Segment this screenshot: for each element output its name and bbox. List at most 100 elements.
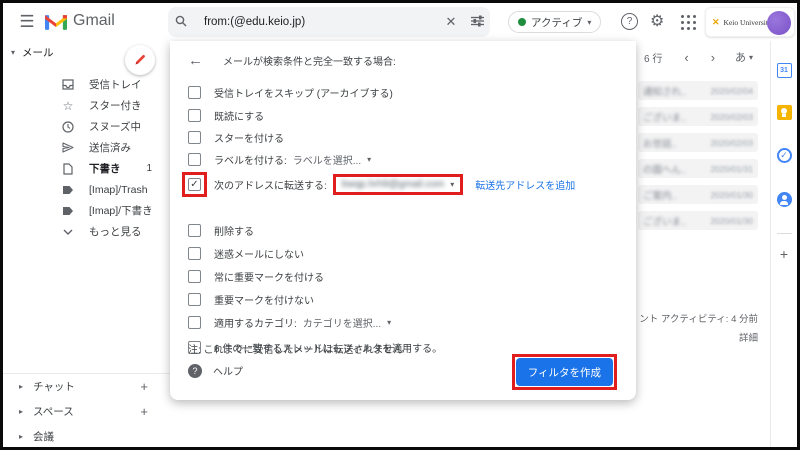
right-rail: 31 ✓ + <box>770 41 797 447</box>
checkbox[interactable] <box>188 224 201 237</box>
org-name: Keio University <box>724 18 772 27</box>
search-input[interactable]: from:(@edu.keio.jp) <box>204 16 438 28</box>
forward-address-blurred: bwqp.hrh9@gmail.com <box>342 179 444 190</box>
new-space-icon[interactable]: + <box>140 404 148 419</box>
sidebar-item-starred[interactable]: ☆ スター付き <box>3 95 170 116</box>
menu-icon[interactable]: ☰ <box>15 10 39 34</box>
mail-section-label: メール <box>22 45 54 60</box>
checkbox[interactable] <box>188 109 201 122</box>
keio-logo-icon: ✕ <box>712 17 720 28</box>
input-method-selector[interactable]: あ ▾ <box>735 49 753 65</box>
email-row[interactable]: ご案内.. 2020/01/30 <box>638 185 758 204</box>
checkbox[interactable] <box>188 270 201 283</box>
chevron-down-icon: ▾ <box>587 18 591 27</box>
filter-creation-dialog: ← メールが検索条件と完全一致する場合: 受信トレイをスキップ (アーカイブする… <box>170 41 636 400</box>
chevron-down-icon: ▾ <box>749 53 753 62</box>
availability-status-chip[interactable]: アクティブ ▾ <box>508 11 601 33</box>
calendar-icon[interactable]: 31 <box>777 63 792 78</box>
search-options-icon[interactable] <box>464 15 490 30</box>
active-status-icon <box>518 18 526 26</box>
apps-grid-icon[interactable] <box>681 15 696 30</box>
sidebar-item-chat[interactable]: ▸ チャット + <box>3 374 170 399</box>
option-forward: ✓ 次のアドレスに転送する: bwqp.hrh9@gmail.com ▾ 転送先… <box>170 169 636 199</box>
email-row[interactable]: ございま.. 2020/02/03 <box>638 107 758 126</box>
search-icon[interactable] <box>168 15 194 30</box>
inbox-icon <box>61 79 75 90</box>
list-toolbar: 6 行 ‹ › あ ▾ <box>636 49 766 65</box>
add-forwarding-address-link[interactable]: 転送先アドレスを追加 <box>475 177 575 192</box>
compose-button[interactable] <box>125 45 155 75</box>
help-icon[interactable]: ? <box>621 13 638 30</box>
avatar[interactable] <box>767 11 791 35</box>
option-never-important: 重要マークを付けない <box>170 289 636 309</box>
option-skip-inbox: 受信トレイをスキップ (アーカイブする) <box>170 82 636 102</box>
sidebar-item-more[interactable]: もっと見る <box>3 221 170 242</box>
email-row[interactable]: ございま.. 2020/01/30 <box>638 211 758 230</box>
option-apply-label: ラベルを付ける: ラベルを選択... ▾ <box>170 149 636 169</box>
label-tag-icon <box>61 206 75 216</box>
checkbox[interactable] <box>188 86 201 99</box>
forwarding-note: 注: これまでに受信したメールは転送されません <box>188 341 403 356</box>
older-page-icon[interactable]: › <box>711 50 715 65</box>
mail-section-header[interactable]: ▾ メール <box>11 45 54 60</box>
sidebar-item-sent[interactable]: 送信済み <box>3 137 170 158</box>
checkbox[interactable] <box>188 247 201 260</box>
chevron-down-icon <box>61 229 75 235</box>
email-row[interactable]: の園へん.. 2020/01/31 <box>638 159 758 178</box>
help-link[interactable]: ? ヘルプ <box>188 363 243 378</box>
annotation-red-box: ✓ <box>182 172 207 197</box>
checkbox-checked[interactable]: ✓ <box>188 178 201 191</box>
label-select-dropdown[interactable]: ラベルを選択... ▾ <box>293 152 371 167</box>
sidebar-item-drafts[interactable]: 下書き 1 <box>3 158 170 179</box>
gmail-window: ☰ Gmail from:(@edu.keio.jp) ✕ <box>0 0 800 450</box>
clear-search-icon[interactable]: ✕ <box>438 14 464 30</box>
option-star: スターを付ける <box>170 127 636 147</box>
annotation-red-box: フィルタを作成 <box>512 354 617 390</box>
sidebar-item-imap-drafts[interactable]: [Imap]/下書き <box>3 200 170 221</box>
option-never-spam: 迷惑メールにしない <box>170 243 636 263</box>
label-tag-icon <box>61 185 75 195</box>
status-label: アクティブ <box>531 15 582 30</box>
email-row[interactable]: お世話.. 2020/02/03 <box>638 133 758 152</box>
new-chat-icon[interactable]: + <box>140 379 148 394</box>
forward-address-dropdown[interactable]: bwqp.hrh9@gmail.com ▾ <box>333 174 463 195</box>
account-badge[interactable]: ✕ Keio University <box>705 7 795 37</box>
back-arrow-icon[interactable]: ← <box>188 52 203 69</box>
top-bar: ☰ Gmail from:(@edu.keio.jp) ✕ <box>3 3 797 41</box>
email-row[interactable]: 通知され.. 2020/02/04 <box>638 81 758 100</box>
keep-icon[interactable] <box>777 105 792 120</box>
create-filter-button[interactable]: フィルタを作成 <box>516 358 613 386</box>
draft-icon <box>61 163 75 175</box>
settings-gear-icon[interactable]: ⚙ <box>650 11 664 31</box>
sidebar-item-meet[interactable]: ▸ 会議 <box>3 424 170 449</box>
clock-icon <box>61 121 75 133</box>
sidebar-bottom-sections: ▸ チャット + ▸ スペース + ▸ 会議 <box>3 373 170 449</box>
result-count: 6 行 <box>644 50 662 65</box>
account-activity-footer: ント アクティビティ: 4 分前 詳細 <box>636 311 758 344</box>
search-bar[interactable]: from:(@edu.keio.jp) ✕ <box>168 7 490 37</box>
sidebar-item-imap-trash[interactable]: [Imap]/Trash <box>3 179 170 200</box>
sidebar-item-inbox[interactable]: 受信トレイ <box>3 74 170 95</box>
details-link[interactable]: 詳細 <box>636 330 758 344</box>
sidebar: ▾ メール 受信トレイ ☆ スター付き <box>3 41 170 447</box>
chevron-right-icon: ▸ <box>19 407 23 416</box>
sidebar-item-spaces[interactable]: ▸ スペース + <box>3 399 170 424</box>
add-addon-icon[interactable]: + <box>780 246 788 262</box>
email-list-panel: 6 行 ‹ › あ ▾ 通知され.. 2020/02/04 ございま.. 202… <box>636 41 770 447</box>
sidebar-folder-list: 受信トレイ ☆ スター付き スヌーズ中 送信済み <box>3 74 170 242</box>
option-delete: 削除する <box>170 220 636 240</box>
option-always-important: 常に重要マークを付ける <box>170 266 636 286</box>
newer-page-icon[interactable]: ‹ <box>684 50 688 65</box>
draft-count-badge: 1 <box>146 163 152 174</box>
chevron-right-icon: ▸ <box>19 382 23 391</box>
checkbox[interactable] <box>188 131 201 144</box>
contacts-icon[interactable] <box>777 192 792 207</box>
send-icon <box>61 142 75 153</box>
checkbox[interactable] <box>188 293 201 306</box>
help-icon: ? <box>188 364 202 378</box>
option-mark-read: 既読にする <box>170 105 636 125</box>
sidebar-item-snoozed[interactable]: スヌーズ中 <box>3 116 170 137</box>
star-icon: ☆ <box>61 99 75 113</box>
checkbox[interactable] <box>188 153 201 166</box>
tasks-icon[interactable]: ✓ <box>777 148 792 163</box>
